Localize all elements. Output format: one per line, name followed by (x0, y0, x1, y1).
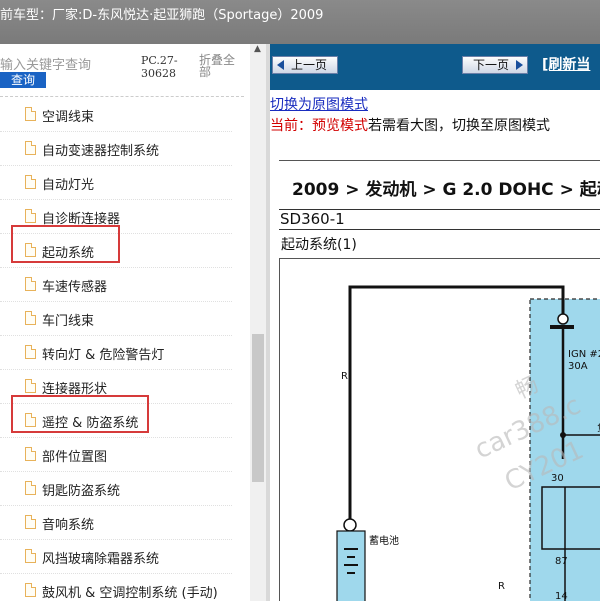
document-icon (25, 379, 36, 393)
arrow-right-icon (516, 60, 524, 70)
tree-item-label: 空调线束 (42, 110, 95, 125)
divider (0, 96, 244, 97)
sidebar-scrollbar[interactable]: ▲ (250, 44, 266, 601)
window-title-bar: 前车型：厂家:D-东风悦达·起亚狮跑（Sportage）2009 (0, 0, 600, 44)
arrow-left-icon (277, 60, 284, 70)
mode-status-hint: 若需看大图，切换至原图模式 (368, 118, 550, 134)
document-icon (25, 345, 36, 359)
window-title: 前车型：厂家:D-东风悦达·起亚狮跑（Sportage）2009 (0, 8, 324, 23)
wiring-diagram-svg: IGN #2 30A 负 30 87 14 R R (336, 285, 600, 601)
tree-item-auto-lights[interactable]: 自动灯光 (0, 166, 232, 200)
tree-item-label: 部件位置图 (42, 450, 108, 465)
highlight-box-remote-antitheft (11, 395, 149, 433)
fuse-element (550, 325, 574, 329)
tree-item-ac-harness[interactable]: 空调线束 (0, 98, 232, 132)
tree-item-blower-ac-manual[interactable]: 鼓风机 & 空调控制系统 (手动) (0, 574, 232, 601)
tree-item-audio-system[interactable]: 音响系统 (0, 506, 232, 540)
tree-item-turn-hazard-lamps[interactable]: 转向灯 & 危险警告灯 (0, 336, 232, 370)
content-pane: 上一页 下一页 [刷新当 切换为原图模式 当前：预览模式若需看大图，切换至原图模… (270, 44, 600, 601)
highlight-box-starting-system (11, 225, 120, 263)
terminal-node (557, 313, 569, 325)
pin-87: 87 (555, 556, 568, 567)
tree-item-label: 鼓风机 & 空调控制系统 (手动) (42, 586, 218, 601)
search-row: 查询 PC.27-30628 折叠全部 (0, 44, 266, 96)
tree-item-label: 车速传感器 (42, 280, 108, 295)
prev-page-button[interactable]: 上一页 (272, 56, 339, 74)
document-icon (25, 141, 36, 155)
document-viewer: 2009 > 发动机 > G 2.0 DOHC > 起动 SD360-1 起动系… (279, 160, 600, 601)
page-nav-bar: 上一页 下一页 [刷新当 (270, 44, 600, 90)
tree-item-label: 风挡玻璃除霜器系统 (42, 552, 160, 567)
fuse-amp: 30A (568, 361, 588, 372)
refresh-link[interactable]: [刷新当 (542, 54, 590, 74)
wire-label-r: R (498, 581, 505, 592)
pin-14: 14 (555, 591, 568, 601)
next-page-button[interactable]: 下一页 (462, 56, 529, 74)
tree-item-label: 自动灯光 (42, 178, 95, 193)
switch-original-mode-link[interactable]: 切换为原图模式 (270, 94, 368, 114)
mode-status-line: 当前：预览模式若需看大图，切换至原图模式 (270, 115, 550, 135)
collapse-all-link[interactable]: 折叠全部 (199, 54, 239, 78)
document-icon (25, 481, 36, 495)
document-code: SD360-1 (280, 210, 345, 228)
wiring-diagram: IGN #2 30A 负 30 87 14 R R (279, 258, 600, 601)
next-page-label: 下一页 (473, 58, 510, 72)
tree-item-label: 车门线束 (42, 314, 95, 329)
tree-item-label: 钥匙防盗系统 (42, 484, 121, 499)
document-icon (25, 311, 36, 325)
mode-status-current: 当前：预览模式 (270, 118, 368, 134)
divider (279, 229, 600, 230)
document-icon (25, 107, 36, 121)
battery-terminal (343, 518, 357, 532)
document-icon (25, 175, 36, 189)
search-button[interactable]: 查询 (0, 72, 46, 88)
document-icon (25, 583, 36, 597)
scrollbar-thumb[interactable] (252, 334, 264, 482)
tree-item-label: 音响系统 (42, 518, 95, 533)
document-icon (25, 549, 36, 563)
tree-item-auto-transmission[interactable]: 自动变速器控制系统 (0, 132, 232, 166)
model-code: PC.27-30628 (141, 54, 178, 80)
tree-item-label: 转向灯 & 危险警告灯 (42, 348, 165, 363)
tree-item-windshield-defroster[interactable]: 风挡玻璃除霜器系统 (0, 540, 232, 574)
sidebar: 查询 PC.27-30628 折叠全部 空调线束 自动变速器控制系统 自动灯光 … (0, 44, 266, 601)
wire-label-r: R (341, 371, 348, 382)
document-path-title: 2009 > 发动机 > G 2.0 DOHC > 起动 (292, 180, 600, 200)
tree-item-speed-sensor[interactable]: 车速传感器 (0, 268, 232, 302)
document-icon (25, 515, 36, 529)
document-icon (25, 447, 36, 461)
document-icon (25, 277, 36, 291)
prev-page-label: 上一页 (291, 58, 328, 72)
tree-item-door-harness[interactable]: 车门线束 (0, 302, 232, 336)
tree-item-component-locations[interactable]: 部件位置图 (0, 438, 232, 472)
document-icon (25, 209, 36, 223)
tree-item-label: 自动变速器控制系统 (42, 144, 160, 159)
fuse-label: IGN #2 (568, 349, 600, 360)
battery-label: 蓄电池 (369, 534, 399, 547)
tree-item-immobilizer[interactable]: 钥匙防盗系统 (0, 472, 232, 506)
section-title: 起动系统(1) (281, 237, 357, 253)
scroll-up-arrow-icon[interactable]: ▲ (254, 44, 261, 54)
